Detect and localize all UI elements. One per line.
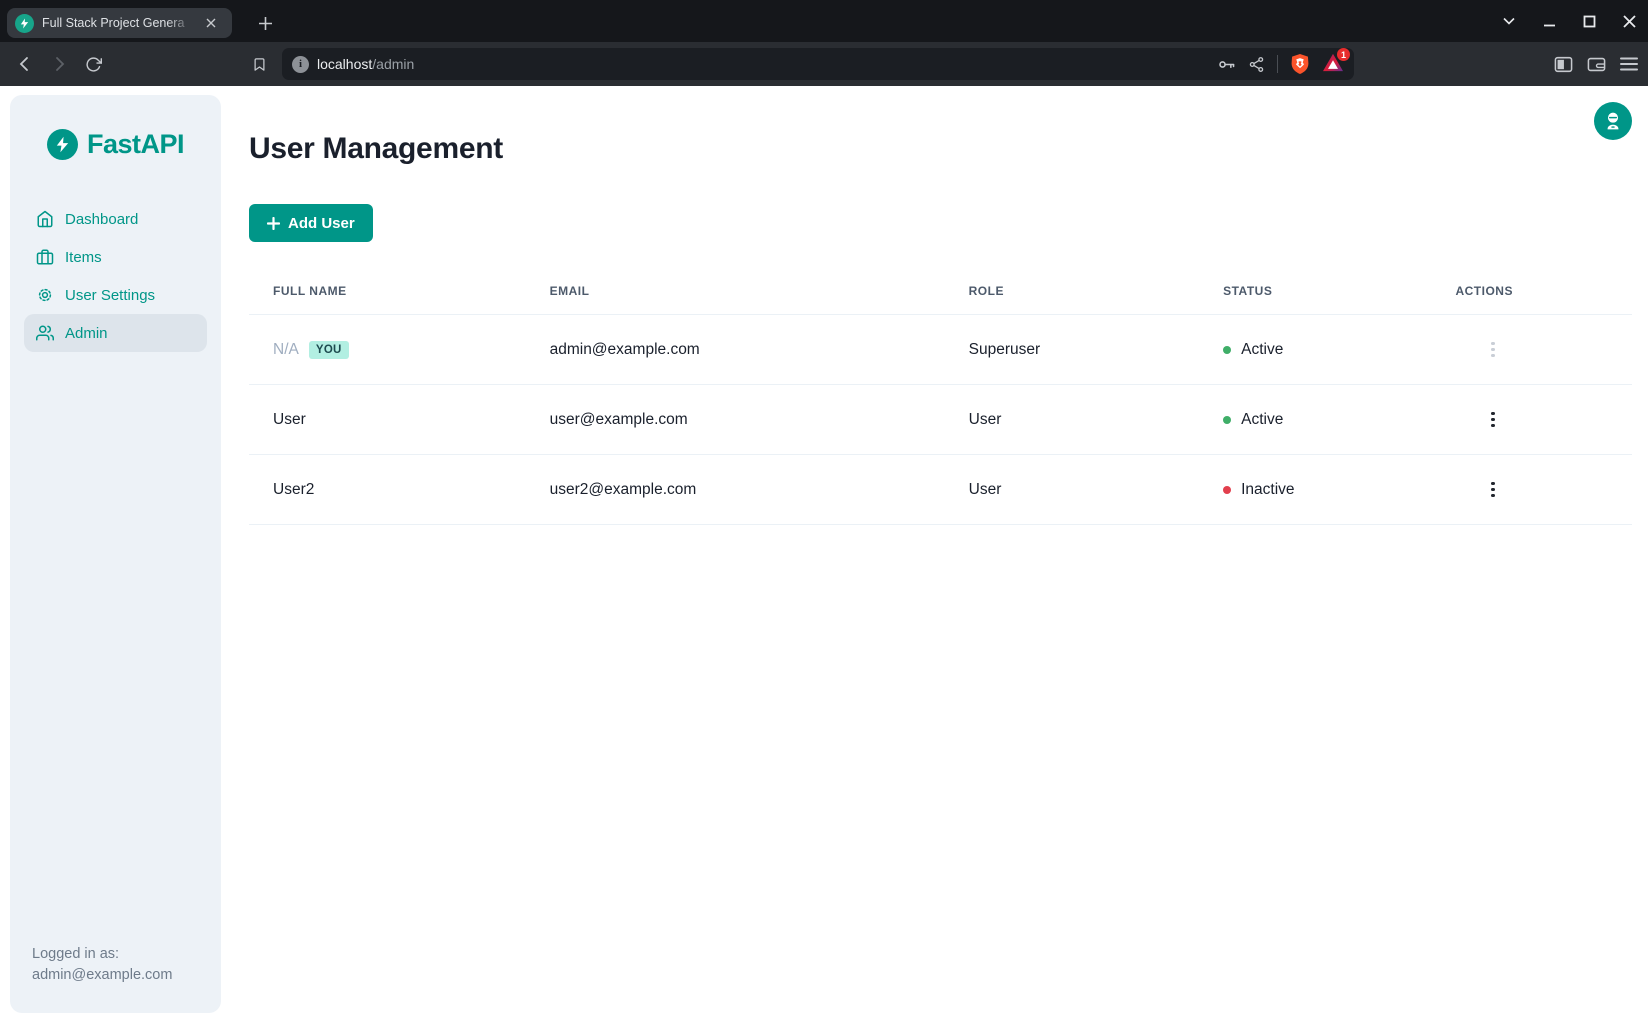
cell-full-name: User [249, 411, 526, 429]
cell-status: Inactive [1199, 481, 1431, 499]
password-key-icon[interactable] [1217, 55, 1236, 74]
col-header-status: STATUS [1199, 284, 1431, 298]
browser-titlebar: Full Stack Project Genera [0, 0, 1648, 42]
table-header-row: FULL NAME EMAIL ROLE STATUS ACTIONS [249, 268, 1632, 314]
tab-close-icon[interactable] [202, 14, 220, 32]
maximize-button[interactable] [1576, 8, 1602, 34]
gear-icon [36, 286, 54, 304]
sidebar-toggle-icon[interactable] [1554, 56, 1573, 73]
logged-in-email: admin@example.com [32, 965, 207, 987]
admin-page: FastAPI Dashboard Items User Settings Ad [0, 86, 1648, 1025]
fastapi-logo: FastAPI [24, 129, 207, 160]
logged-in-info: Logged in as: admin@example.com [24, 944, 207, 988]
cell-status: Active [1199, 341, 1431, 359]
status-dot [1223, 416, 1231, 424]
table-row: N/A YOU admin@example.com Superuser Acti… [249, 314, 1632, 384]
browser-toolbar: i localhost/admin 1 [0, 42, 1648, 86]
users-table: FULL NAME EMAIL ROLE STATUS ACTIONS N/A … [249, 268, 1632, 525]
tab-favicon-lightning-icon [15, 14, 34, 33]
briefcase-icon [36, 248, 54, 266]
back-button[interactable] [10, 49, 40, 79]
logged-in-label: Logged in as: [32, 944, 207, 966]
cell-actions [1431, 406, 1632, 434]
minimize-button[interactable] [1536, 8, 1562, 34]
status-dot [1223, 486, 1231, 494]
sidebar-item-user-settings[interactable]: User Settings [24, 276, 207, 314]
row-actions-menu-icon[interactable] [1485, 406, 1501, 434]
sidebar-item-admin[interactable]: Admin [24, 314, 207, 352]
user-menu-button[interactable] [1594, 102, 1632, 140]
reload-button[interactable] [78, 49, 108, 79]
row-actions-menu-icon [1485, 336, 1501, 364]
cell-role: User [945, 481, 1199, 499]
cell-email: admin@example.com [526, 341, 945, 359]
address-bar[interactable]: i localhost/admin 1 [282, 48, 1354, 80]
status-dot [1223, 346, 1231, 354]
row-actions-menu-icon[interactable] [1485, 476, 1501, 504]
sidebar-item-label: Admin [65, 325, 108, 342]
close-window-button[interactable] [1616, 8, 1642, 34]
cell-status: Active [1199, 411, 1431, 429]
col-header-full-name: FULL NAME [249, 284, 526, 298]
browser-tab[interactable]: Full Stack Project Genera [7, 8, 232, 38]
url-host: localhost [317, 56, 372, 72]
menu-hamburger-icon[interactable] [1620, 57, 1638, 71]
table-row: User user@example.com User Active [249, 384, 1632, 454]
user-astronaut-icon [1603, 111, 1623, 131]
col-header-role: ROLE [945, 284, 1199, 298]
col-header-actions: ACTIONS [1431, 284, 1632, 298]
sidebar: FastAPI Dashboard Items User Settings Ad [10, 95, 221, 1013]
divider [249, 524, 1632, 525]
cell-full-name: N/A YOU [249, 341, 526, 359]
col-header-email: EMAIL [526, 284, 945, 298]
sidebar-item-label: Dashboard [65, 211, 138, 228]
sidebar-item-label: Items [65, 249, 102, 266]
you-badge: YOU [309, 341, 349, 359]
add-user-button[interactable]: Add User [249, 204, 373, 242]
plus-icon [267, 217, 280, 230]
wallet-icon[interactable] [1587, 56, 1606, 73]
sidebar-item-dashboard[interactable]: Dashboard [24, 200, 207, 238]
url-text[interactable]: localhost/admin [317, 56, 1209, 72]
share-icon[interactable] [1248, 56, 1265, 73]
logo-text: FastAPI [87, 129, 184, 160]
cell-email: user@example.com [526, 411, 945, 429]
fastapi-lightning-icon [47, 129, 78, 160]
table-row: User2 user2@example.com User Inactive [249, 454, 1632, 524]
url-path: /admin [372, 56, 414, 72]
forward-button[interactable] [44, 49, 74, 79]
brave-shield-icon[interactable] [1290, 53, 1310, 75]
divider [1277, 55, 1278, 73]
cell-email: user2@example.com [526, 481, 945, 499]
cell-full-name: User2 [249, 481, 526, 499]
new-tab-button[interactable] [252, 10, 278, 36]
rewards-badge: 1 [1337, 48, 1350, 61]
add-user-label: Add User [288, 215, 355, 232]
cell-actions [1431, 336, 1632, 364]
cell-role: Superuser [945, 341, 1199, 359]
cell-actions [1431, 476, 1632, 504]
tab-title: Full Stack Project Genera [42, 16, 194, 30]
sidebar-item-items[interactable]: Items [24, 238, 207, 276]
users-icon [36, 324, 54, 342]
tab-search-chevron-icon[interactable] [1496, 8, 1522, 34]
cell-role: User [945, 411, 1199, 429]
bookmark-icon[interactable] [244, 49, 274, 79]
sidebar-item-label: User Settings [65, 287, 155, 304]
main-content: User Management Add User FULL NAME EMAIL… [221, 86, 1648, 1025]
site-info-icon[interactable]: i [292, 56, 309, 73]
page-title: User Management [249, 132, 1632, 166]
brave-rewards-icon[interactable]: 1 [1322, 53, 1344, 75]
home-icon [36, 210, 54, 228]
